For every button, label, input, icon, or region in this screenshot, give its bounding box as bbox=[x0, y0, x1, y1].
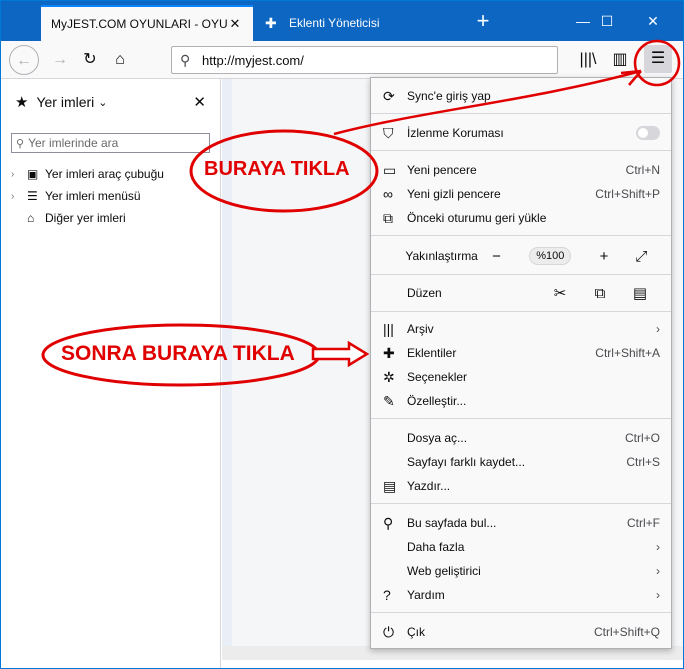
highlight-circle-menu bbox=[633, 39, 681, 87]
annotation-second: SONRA BURAYA TIKLA bbox=[61, 342, 295, 365]
browser-window: MyJEST.COM OYUNLARI - OYUNLAR ✕ ✚ Eklent… bbox=[0, 0, 684, 669]
annotation-arrow-first bbox=[333, 69, 642, 136]
annotation-overlay bbox=[41, 39, 681, 387]
annotation-arrow-second bbox=[311, 340, 370, 368]
annotation-first: BURAYA TIKLA bbox=[204, 158, 350, 180]
